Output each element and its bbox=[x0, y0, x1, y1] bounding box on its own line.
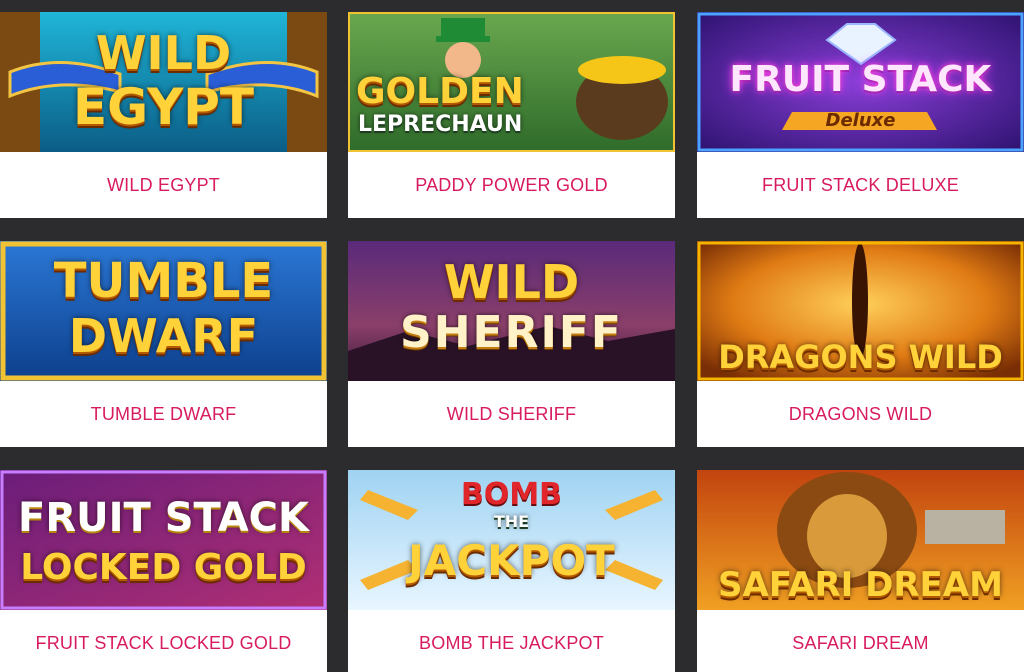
game-title[interactable]: SAFARI DREAM bbox=[697, 610, 1024, 672]
game-thumbnail-wild-egypt[interactable]: WILD EGYPT bbox=[0, 12, 327, 152]
game-card-wild-egypt[interactable]: WILD EGYPT WILD EGYPT bbox=[0, 12, 327, 218]
game-thumbnail-dragons-wild[interactable]: DRAGONS WILD bbox=[697, 241, 1024, 381]
art-text-line-2: THE bbox=[493, 512, 530, 531]
art-text-line-2: Deluxe bbox=[825, 110, 896, 131]
game-thumbnail-paddy-power-gold[interactable]: GOLDEN LEPRECHAUN bbox=[348, 12, 675, 152]
art-text-line-1: WILD bbox=[443, 255, 580, 309]
game-title[interactable]: WILD EGYPT bbox=[0, 152, 327, 218]
art-text-line-1: TUMBLE bbox=[53, 253, 274, 309]
game-card-bomb-the-jackpot[interactable]: BOMB THE JACKPOT BOMB THE JACKPOT bbox=[348, 470, 675, 672]
art-text-line-2: LOCKED GOLD bbox=[20, 547, 307, 588]
game-thumbnail-wild-sheriff[interactable]: WILD SHERIFF bbox=[348, 241, 675, 381]
art-text-line-1: FRUIT STACK bbox=[729, 59, 992, 100]
art-text-line-2: DWARF bbox=[68, 309, 259, 363]
art-text-line-1: WILD bbox=[95, 26, 232, 80]
art-text-line-1: SAFARI DREAM bbox=[718, 565, 1003, 605]
game-card-dragons-wild[interactable]: DRAGONS WILD DRAGONS WILD bbox=[697, 241, 1024, 447]
game-card-wild-sheriff[interactable]: WILD SHERIFF WILD SHERIFF bbox=[348, 241, 675, 447]
art-text-line-1: FRUIT STACK bbox=[18, 495, 309, 541]
art-text-line-2: SHERIFF bbox=[400, 307, 623, 358]
game-title[interactable]: TUMBLE DWARF bbox=[0, 381, 327, 447]
game-title[interactable]: WILD SHERIFF bbox=[348, 381, 675, 447]
art-text-line-1: GOLDEN bbox=[356, 71, 524, 112]
game-grid: WILD EGYPT WILD EGYPT GOLDEN LEPRECHAUN … bbox=[0, 0, 1024, 672]
game-card-fruit-stack-locked-gold[interactable]: FRUIT STACK LOCKED GOLD FRUIT STACK LOCK… bbox=[0, 470, 327, 672]
game-card-paddy-power-gold[interactable]: GOLDEN LEPRECHAUN PADDY POWER GOLD bbox=[348, 12, 675, 218]
game-title[interactable]: BOMB THE JACKPOT bbox=[348, 610, 675, 672]
game-thumbnail-fruit-stack-locked-gold[interactable]: FRUIT STACK LOCKED GOLD bbox=[0, 470, 327, 610]
art-text-line-1: BOMB bbox=[460, 477, 563, 512]
game-thumbnail-bomb-the-jackpot[interactable]: BOMB THE JACKPOT bbox=[348, 470, 675, 610]
game-thumbnail-safari-dream[interactable]: SAFARI DREAM bbox=[697, 470, 1024, 610]
game-thumbnail-fruit-stack-deluxe[interactable]: FRUIT STACK Deluxe bbox=[697, 12, 1024, 152]
game-title[interactable]: PADDY POWER GOLD bbox=[348, 152, 675, 218]
art-text-line-1: DRAGONS WILD bbox=[718, 338, 1003, 376]
game-title[interactable]: FRUIT STACK LOCKED GOLD bbox=[0, 610, 327, 672]
art-text-line-2: EGYPT bbox=[72, 78, 255, 136]
game-card-tumble-dwarf[interactable]: TUMBLE DWARF TUMBLE DWARF bbox=[0, 241, 327, 447]
art-text-line-3: JACKPOT bbox=[408, 536, 615, 585]
game-card-safari-dream[interactable]: SAFARI DREAM SAFARI DREAM bbox=[697, 470, 1024, 672]
game-card-fruit-stack-deluxe[interactable]: FRUIT STACK Deluxe FRUIT STACK DELUXE bbox=[697, 12, 1024, 218]
game-thumbnail-tumble-dwarf[interactable]: TUMBLE DWARF bbox=[0, 241, 327, 381]
game-title[interactable]: DRAGONS WILD bbox=[697, 381, 1024, 447]
art-text-line-2: LEPRECHAUN bbox=[358, 112, 523, 137]
game-title[interactable]: FRUIT STACK DELUXE bbox=[697, 152, 1024, 218]
